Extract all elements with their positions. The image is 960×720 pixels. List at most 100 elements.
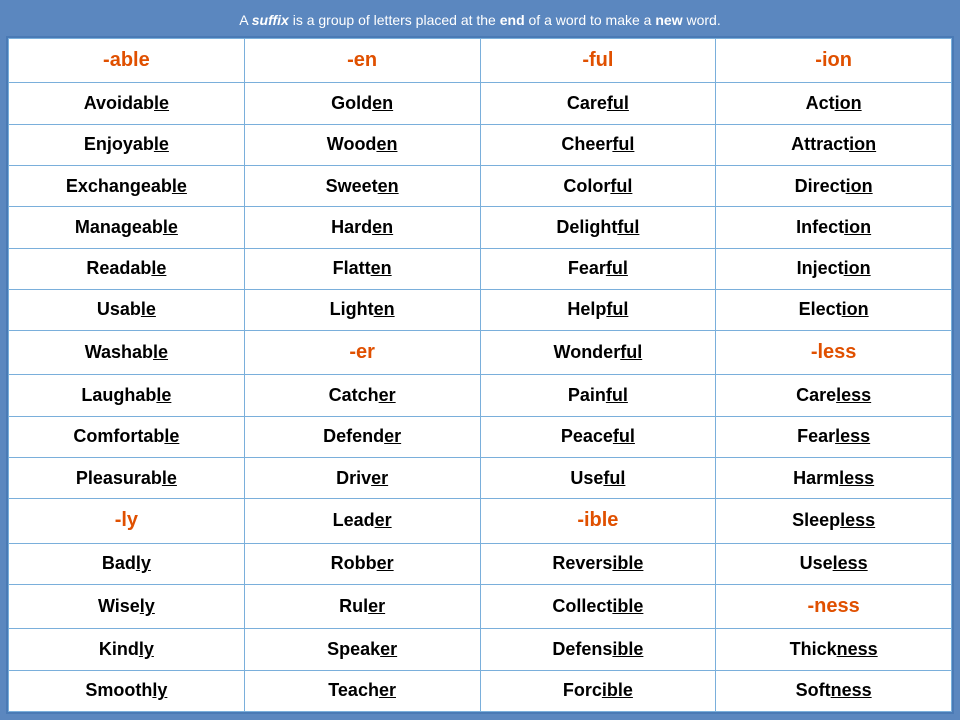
word-suffix: ion: [849, 134, 876, 154]
word-suffix: er: [379, 680, 396, 700]
word-prefix: Exchangeab: [66, 176, 172, 196]
table-cell: Wooden: [244, 124, 480, 165]
table-cell: Comfortable: [9, 416, 245, 457]
word-suffix: le: [154, 134, 169, 154]
word-prefix: Collect: [552, 596, 612, 616]
word-suffix: ful: [610, 176, 632, 196]
word-prefix: Gold: [331, 93, 372, 113]
table-cell: Useless: [716, 543, 952, 584]
table-cell: Useful: [480, 458, 716, 499]
word-prefix: Thick: [790, 639, 837, 659]
word-prefix: Driv: [336, 468, 371, 488]
word-suffix: ful: [603, 468, 625, 488]
table-cell: Exchangeable: [9, 165, 245, 206]
table-cell: Lighten: [244, 289, 480, 330]
word-suffix: ible: [612, 639, 643, 659]
word-prefix: Help: [567, 299, 606, 319]
word-prefix: Bad: [102, 553, 136, 573]
subtitle-suffix-word: suffix: [252, 12, 289, 28]
word-suffix: ful: [617, 217, 639, 237]
table-cell: Peaceful: [480, 416, 716, 457]
table-cell: Forcible: [480, 670, 716, 711]
table-cell: Injection: [716, 248, 952, 289]
subtitle-new-word: new: [655, 12, 682, 28]
word-prefix: Avoidab: [84, 93, 154, 113]
word-prefix: Sleep: [792, 510, 840, 530]
table-cell: -less: [716, 331, 952, 375]
word-suffix: ness: [837, 639, 878, 659]
word-prefix: Manageab: [75, 217, 163, 237]
word-suffix: en: [372, 93, 393, 113]
table-cell: Catcher: [244, 375, 480, 416]
page-header: A suffix is a group of letters placed at…: [6, 6, 954, 30]
table-cell: Harden: [244, 207, 480, 248]
word-prefix: Enjoyab: [84, 134, 154, 154]
word-prefix: Wonder: [554, 342, 621, 362]
table-cell: Wonderful: [480, 331, 716, 375]
table-cell: Careful: [480, 83, 716, 124]
word-suffix: ion: [844, 217, 871, 237]
table-cell: Careless: [716, 375, 952, 416]
column-header: -able: [9, 39, 245, 83]
word-prefix: Laughab: [81, 385, 156, 405]
word-prefix: Readab: [86, 258, 151, 278]
word-suffix: en: [376, 134, 397, 154]
word-prefix: Direct: [795, 176, 846, 196]
table-cell: Collectible: [480, 584, 716, 628]
subtitle: A suffix is a group of letters placed at…: [6, 12, 954, 28]
table-cell: Laughable: [9, 375, 245, 416]
word-table-wrapper: -able-en-ful-ionAvoidableGoldenCarefulAc…: [6, 36, 954, 714]
word-suffix: le: [163, 217, 178, 237]
word-prefix: Pain: [568, 385, 606, 405]
word-suffix: le: [172, 176, 187, 196]
table-cell: Direction: [716, 165, 952, 206]
table-cell: Cheerful: [480, 124, 716, 165]
word-prefix: Delight: [556, 217, 617, 237]
word-suffix: le: [154, 93, 169, 113]
table-cell: Speaker: [244, 629, 480, 670]
word-prefix: Act: [806, 93, 835, 113]
word-prefix: Light: [330, 299, 374, 319]
word-prefix: Care: [567, 93, 607, 113]
word-prefix: Catch: [329, 385, 379, 405]
word-prefix: Fear: [568, 258, 606, 278]
word-prefix: Flatt: [333, 258, 371, 278]
word-suffix: ible: [602, 680, 633, 700]
table-cell: Usable: [9, 289, 245, 330]
word-suffix: less: [836, 385, 871, 405]
word-suffix: er: [371, 468, 388, 488]
column-header: -ful: [480, 39, 716, 83]
word-suffix: er: [377, 553, 394, 573]
word-suffix: le: [156, 385, 171, 405]
table-cell: Wisely: [9, 584, 245, 628]
word-suffix: less: [840, 510, 875, 530]
table-cell: Driver: [244, 458, 480, 499]
word-suffix: en: [372, 217, 393, 237]
table-cell: -ly: [9, 499, 245, 543]
word-prefix: Use: [570, 468, 603, 488]
word-suffix: less: [839, 468, 874, 488]
table-cell: Pleasurable: [9, 458, 245, 499]
word-prefix: Fear: [797, 426, 835, 446]
word-suffix: ible: [612, 596, 643, 616]
word-suffix: le: [151, 258, 166, 278]
column-header: -en: [244, 39, 480, 83]
table-cell: Softness: [716, 670, 952, 711]
word-prefix: Inject: [797, 258, 844, 278]
table-cell: Flatten: [244, 248, 480, 289]
table-cell: Helpful: [480, 289, 716, 330]
word-prefix: Elect: [799, 299, 842, 319]
word-suffix: ion: [842, 299, 869, 319]
word-prefix: Sweet: [326, 176, 378, 196]
word-suffix: er: [368, 596, 385, 616]
word-prefix: Lead: [333, 510, 375, 530]
word-prefix: Speak: [327, 639, 380, 659]
table-cell: Badly: [9, 543, 245, 584]
word-suffix: en: [374, 299, 395, 319]
word-suffix: ion: [844, 258, 871, 278]
word-table: -able-en-ful-ionAvoidableGoldenCarefulAc…: [8, 38, 952, 712]
word-prefix: Harm: [793, 468, 839, 488]
word-prefix: Use: [800, 553, 833, 573]
word-suffix: ful: [612, 134, 634, 154]
table-cell: Thickness: [716, 629, 952, 670]
